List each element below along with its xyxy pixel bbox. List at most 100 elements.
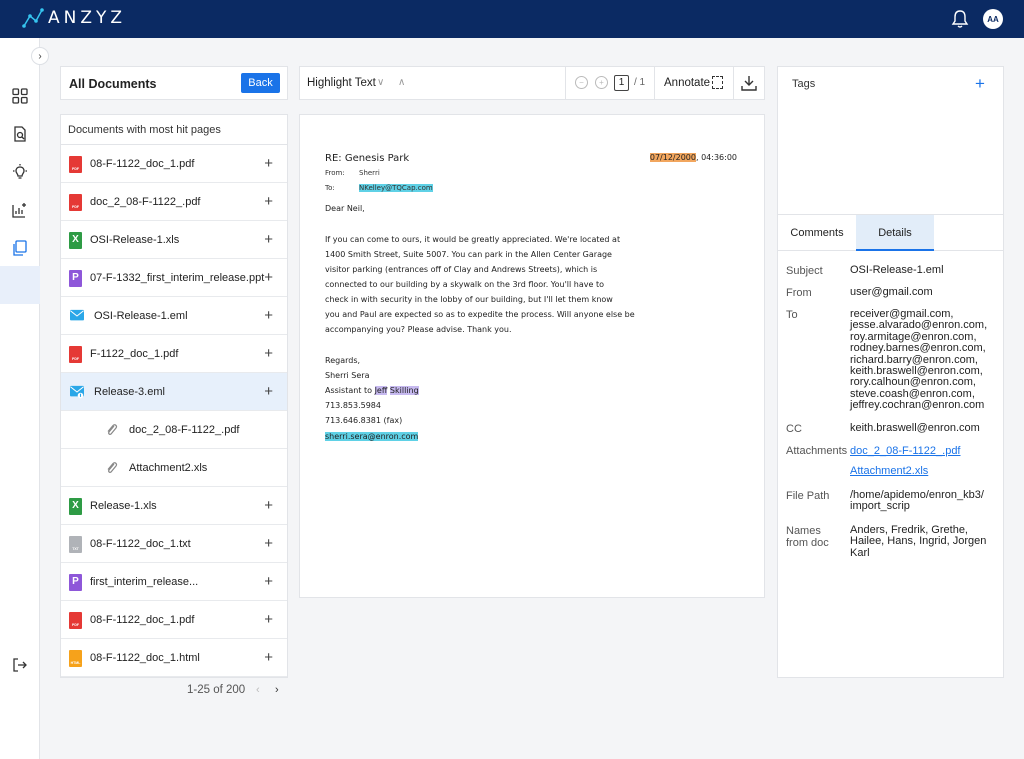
detail-filepath-value: /home/apidemo/enron_kb3/ import_scrip (850, 489, 984, 513)
email-date-highlight: 07/12/2000 (649, 153, 696, 162)
names-line: Hailee, Hans, Ingrid, Jorgen (850, 535, 987, 548)
file-name[interactable]: 08-F-1122_doc_1.txt (90, 538, 191, 550)
document-row[interactable]: PDF doc_2_08-F-1122_.pdf + (61, 183, 287, 221)
add-document-button[interactable]: + (264, 193, 273, 210)
document-row[interactable]: Pfirst_interim_release... + (61, 563, 287, 601)
tab-details[interactable]: Details (856, 215, 934, 251)
file-name[interactable]: doc_2_08-F-1122_.pdf (129, 424, 240, 436)
add-document-button[interactable]: + (264, 535, 273, 552)
file-name[interactable]: 07-F-1332_first_interim_release.ppt (90, 272, 264, 284)
brand-logo[interactable]: ANZYZ (22, 7, 126, 29)
bulb-icon[interactable] (8, 160, 32, 184)
file-type-label: PDF (72, 623, 79, 627)
email-attachment-file-icon (70, 385, 84, 399)
add-document-button[interactable]: + (264, 611, 273, 628)
toolbar-divider (733, 67, 734, 99)
detail-cc-label: CC (786, 423, 802, 435)
document-list: Documents with most hit pages PDF 08-F-11… (60, 114, 288, 678)
attachment-link[interactable]: doc_2_08-F-1122_.pdf (850, 445, 961, 457)
pdf-file-icon: PDF (69, 612, 82, 629)
file-name[interactable]: Release-1.xls (90, 500, 157, 512)
highlight-name-skilling: Skilling (389, 386, 419, 395)
add-tag-button[interactable]: + (975, 74, 985, 94)
email-greeting: Dear Neil, (325, 204, 365, 213)
pagination-next-button[interactable]: › (275, 684, 279, 696)
file-name[interactable]: F-1122_doc_1.pdf (90, 348, 178, 360)
brand-name: ANZYZ (48, 8, 127, 28)
attachment-link[interactable]: Attachment2.xls (850, 465, 928, 477)
pdf-file-icon: PDF (69, 194, 82, 211)
email-assistant-line: Assistant to Jeff Skilling (325, 386, 419, 395)
document-row[interactable]: PDF 08-F-1122_doc_1.pdf + (61, 145, 287, 183)
chevron-right-icon: › (38, 50, 42, 62)
email-from-row: From: Sherri (325, 169, 380, 177)
toolbar-divider (654, 67, 655, 99)
documents-icon[interactable] (8, 236, 32, 260)
logout-icon[interactable] (8, 653, 32, 677)
tab-comments[interactable]: Comments (778, 215, 856, 251)
back-button[interactable]: Back (241, 73, 280, 93)
pagination-prev-button[interactable]: ‹ (256, 684, 260, 696)
add-document-button[interactable]: + (264, 649, 273, 666)
file-name[interactable]: Attachment2.xls (129, 462, 207, 474)
add-document-button[interactable]: + (264, 345, 273, 362)
grid-icon[interactable] (8, 84, 32, 108)
marquee-icon[interactable] (712, 76, 723, 89)
attachment-row[interactable]: Attachment2.xls (61, 449, 287, 487)
document-row[interactable]: P 07-F-1332_first_interim_release.ppt + (61, 259, 287, 297)
add-document-button[interactable]: + (264, 307, 273, 324)
file-name[interactable]: Release-3.eml (94, 386, 165, 398)
email-datetime: 07/12/2000, 04:36:00 (649, 153, 737, 162)
add-document-button[interactable]: + (264, 383, 273, 400)
document-row[interactable]: HTML 08-F-1122_doc_1.html + (61, 639, 287, 677)
file-type-label: X (72, 500, 79, 511)
xls-file-icon: X (69, 498, 82, 515)
file-name[interactable]: 08-F-1122_doc_1.pdf (90, 158, 194, 170)
document-row[interactable]: OSI-Release-1.eml + (61, 297, 287, 335)
chevron-up-icon[interactable]: ∧ (398, 77, 405, 88)
search-docs-icon[interactable] (8, 122, 32, 146)
tags-title: Tags (792, 78, 816, 90)
document-row[interactable]: X Release-1.xls + (61, 487, 287, 525)
add-document-button[interactable]: + (264, 155, 273, 172)
document-row[interactable]: PDF 08-F-1122_doc_1.pdf + (61, 601, 287, 639)
toolbar-divider (565, 67, 566, 99)
document-row[interactable]: TXT 08-F-1122_doc_1.txt + (61, 525, 287, 563)
file-name[interactable]: first_interim_release... (90, 576, 198, 588)
detail-names-value: Anders, Fredrik, Grethe, Hailee, Hans, I… (850, 524, 987, 559)
document-row[interactable]: PDF F-1122_doc_1.pdf + (61, 335, 287, 373)
document-row[interactable]: X OSI-Release-1.xls + (61, 221, 287, 259)
file-name[interactable]: 08-F-1122_doc_1.html (90, 652, 200, 664)
email-phone: 713.853.5984 (325, 401, 381, 410)
detail-from-value: user@gmail.com (850, 286, 933, 298)
documents-panel-title: All Documents (69, 77, 157, 91)
attachment-row[interactable]: doc_2_08-F-1122_.pdf (61, 411, 287, 449)
add-document-button[interactable]: + (264, 497, 273, 514)
file-name[interactable]: OSI-Release-1.eml (94, 310, 188, 322)
add-document-button[interactable]: + (264, 231, 273, 248)
email-body-line: visitor parking (entrances off of Clay a… (325, 265, 598, 274)
bell-icon[interactable] (950, 9, 970, 29)
highlight-text-dropdown[interactable]: Highlight Text (307, 77, 376, 89)
logo-mark-icon (22, 8, 44, 28)
analytics-icon[interactable] (8, 198, 32, 222)
assistant-prefix: Assistant to (325, 386, 375, 395)
highlight-name-jeff: Jeff (374, 386, 388, 395)
email-body-line: 1400 Smith Street, Suite 5007. You can p… (325, 250, 612, 259)
document-row[interactable]: Release-3.eml + (61, 373, 287, 411)
zoom-in-icon[interactable]: + (595, 76, 608, 89)
email-body-line: accompanying you? Please advise. Thank y… (325, 325, 512, 334)
file-name[interactable]: doc_2_08-F-1122_.pdf (90, 196, 201, 208)
file-name[interactable]: OSI-Release-1.xls (90, 234, 179, 246)
file-name[interactable]: 08-F-1122_doc_1.pdf (90, 614, 194, 626)
annotate-button[interactable]: Annotate (664, 77, 710, 89)
add-document-button[interactable]: + (264, 269, 273, 286)
avatar[interactable]: AA (983, 9, 1003, 29)
rail-expand-button[interactable]: › (31, 47, 49, 65)
chevron-down-icon[interactable]: ∨ (377, 77, 384, 88)
page-number-input[interactable]: 1 (614, 75, 629, 91)
zoom-out-icon[interactable]: − (575, 76, 588, 89)
download-icon[interactable] (741, 75, 757, 91)
add-document-button[interactable]: + (264, 573, 273, 590)
file-type-label: TXT (72, 547, 79, 551)
